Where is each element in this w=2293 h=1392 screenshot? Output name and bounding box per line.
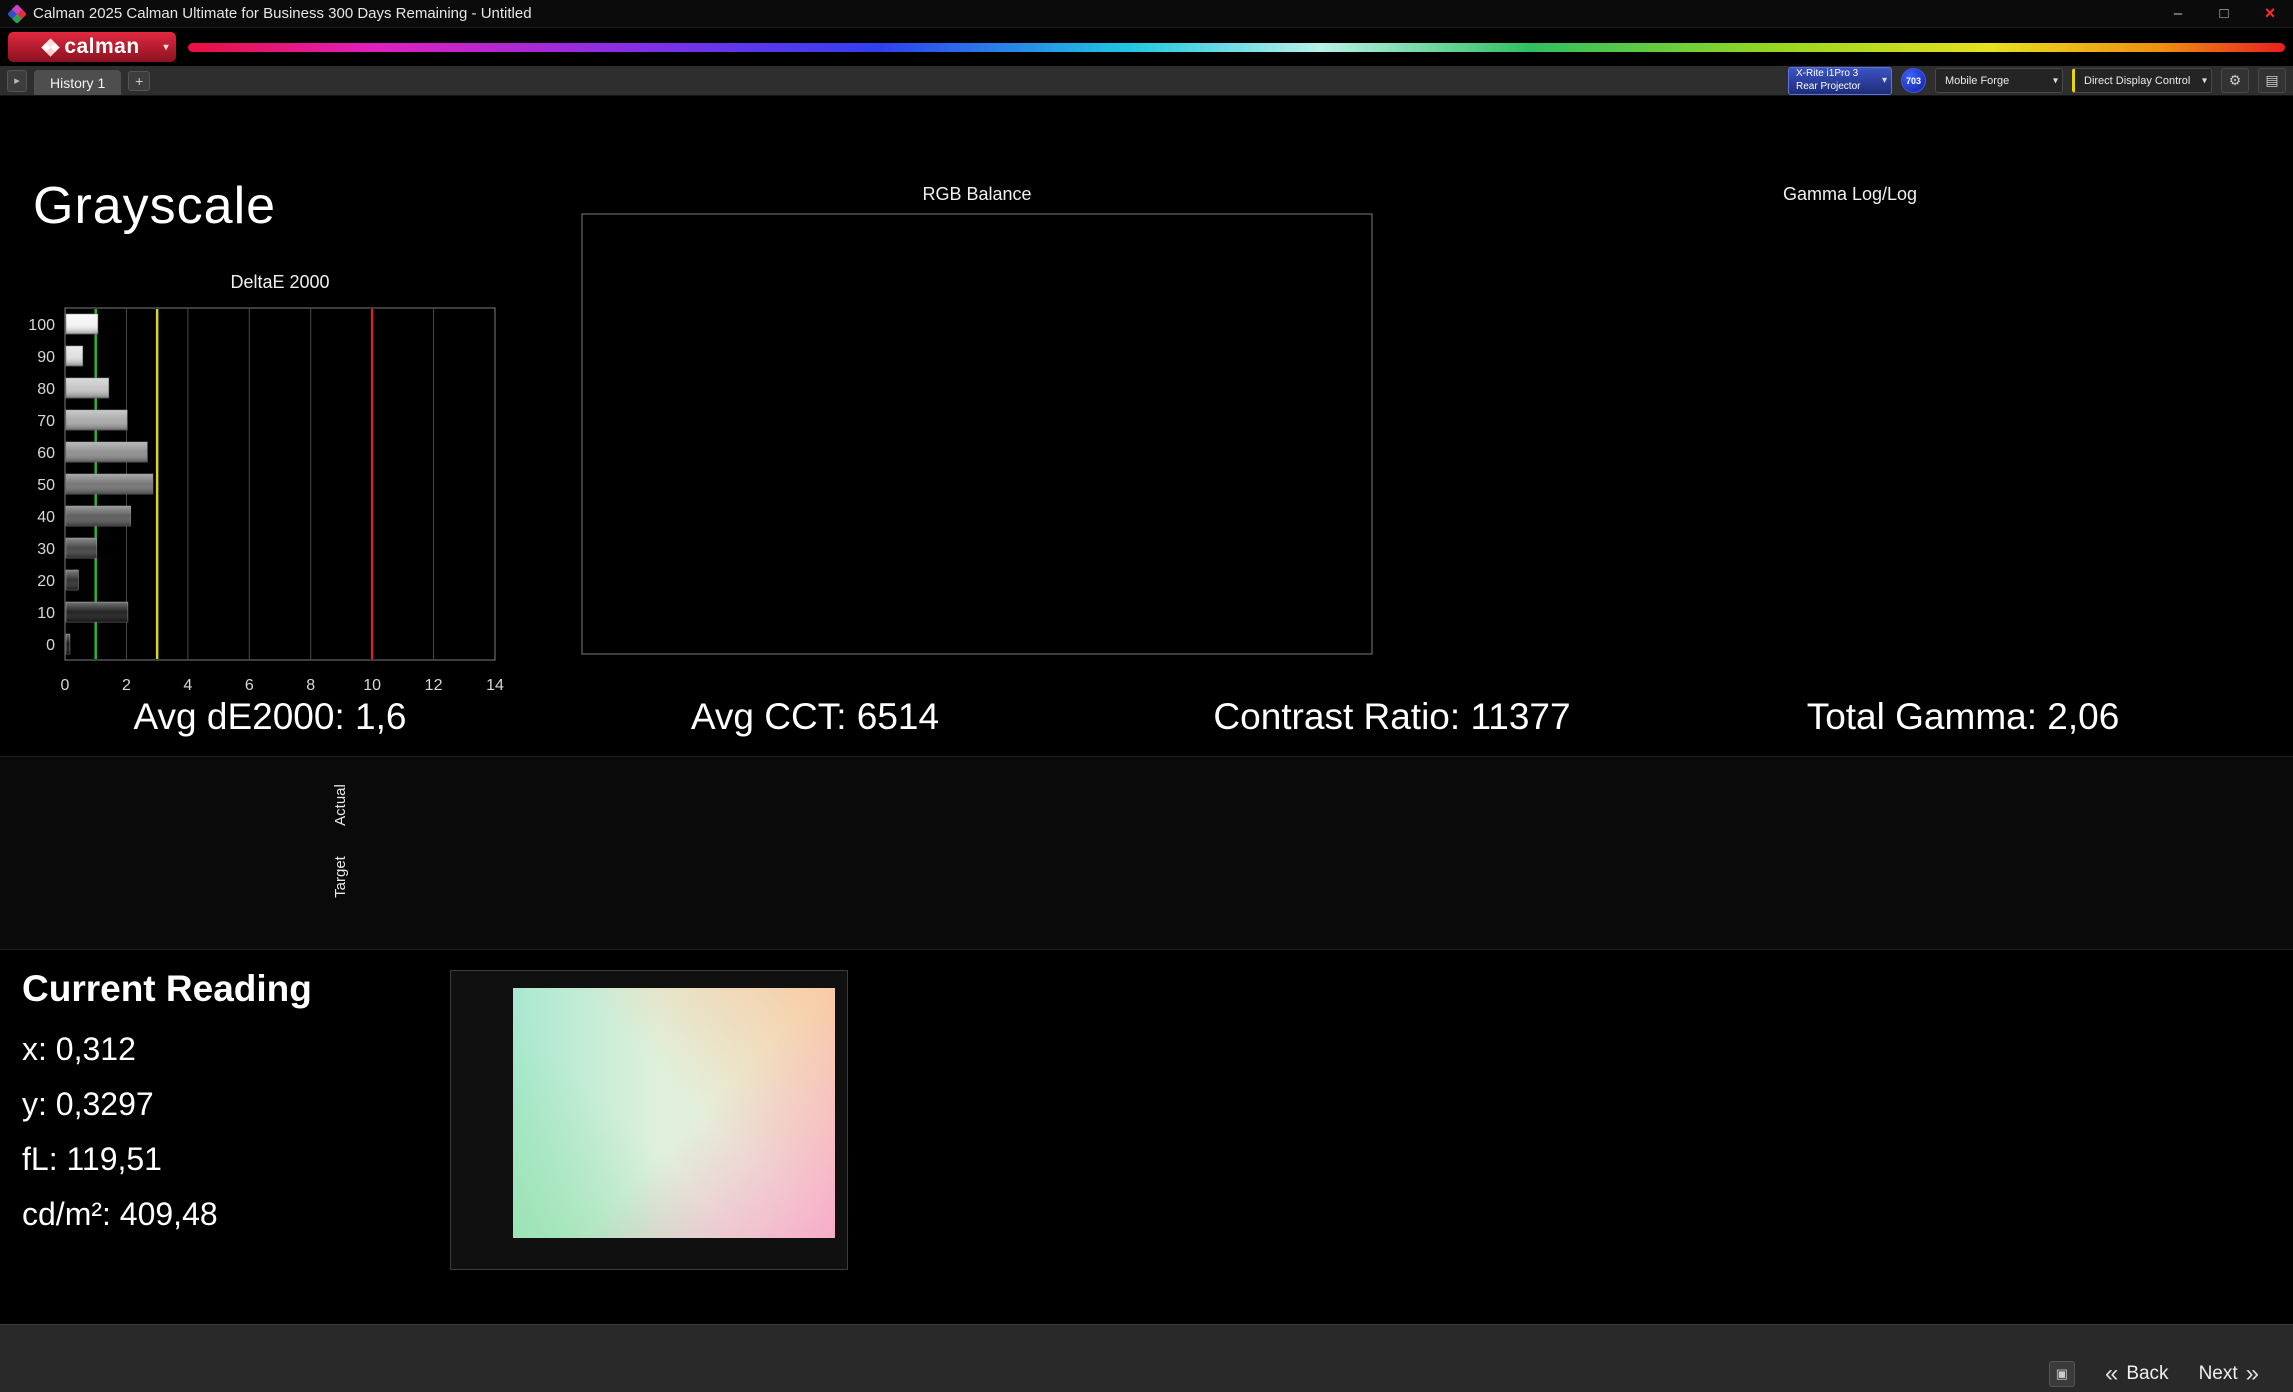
contrast-ratio-stat: Contrast Ratio: 11377 — [1213, 696, 1571, 737]
rgb-balance-chart-svg — [581, 213, 1373, 655]
window-title: Calman 2025 Calman Ultimate for Business… — [33, 5, 532, 22]
back-icon: « — [2104, 1360, 2119, 1387]
settings-gear-button[interactable]: ⚙ — [2221, 68, 2249, 93]
svg-text:10: 10 — [363, 677, 381, 694]
svg-text:30: 30 — [37, 541, 55, 558]
svg-text:80: 80 — [37, 381, 55, 398]
deltae-chart-title: DeltaE 2000 — [230, 272, 330, 292]
pattern-window-icon: ▣ — [2055, 1366, 2069, 1381]
deltae-chart-svg: 0 2 4 6 8 10 12 141009080706050403020100 — [28, 307, 504, 694]
calman-logo-menu[interactable]: calman ▾ — [8, 32, 176, 62]
bottom-toolbar: ▣ « Back Next » — [0, 1324, 2293, 1392]
chevron-down-icon: ▾ — [2052, 75, 2058, 86]
svg-text:14: 14 — [486, 677, 504, 694]
current-reading-panel: Current Reading x: 0,312 y: 0,3297 fL: 1… — [22, 968, 312, 1242]
back-label: Back — [2126, 1363, 2169, 1384]
next-label: Next — [2198, 1363, 2238, 1384]
actual-row-label: Actual — [332, 784, 349, 826]
layout-panel-button[interactable]: ▤ — [2258, 68, 2286, 93]
svg-text:100: 100 — [28, 317, 55, 334]
gamma-chart-svg — [1393, 206, 2263, 692]
calman-diamond-icon — [41, 37, 61, 57]
chevron-down-icon: ▾ — [2201, 75, 2207, 86]
chevron-down-icon: ▾ — [163, 42, 169, 53]
meter-mode: Rear Projector — [1796, 80, 1861, 92]
pattern-source-select[interactable]: Mobile Forge ▾ — [1935, 68, 2063, 93]
meter-name: X-Rite i1Pro 3 — [1796, 68, 1859, 79]
deltae-chart: DeltaE 2000 0 2 4 6 8 10 12 14 100 90 80 70 60 50 40 30… — [13, 272, 513, 704]
svg-text:90: 90 — [37, 349, 55, 366]
meter-select[interactable]: X-Rite i1Pro 3 Rear Projector ▾ — [1788, 66, 1892, 95]
svg-text:12: 12 — [425, 677, 443, 694]
current-reading-title: Current Reading — [22, 968, 312, 1009]
svg-text:4: 4 — [183, 677, 192, 694]
rgb-balance-chart-title: RGB Balance — [922, 184, 1032, 204]
display-control-select[interactable]: Direct Display Control ▾ — [2072, 68, 2212, 93]
svg-text:70: 70 — [37, 413, 55, 430]
svg-text:0: 0 — [46, 637, 55, 654]
svg-text:20: 20 — [37, 573, 55, 590]
current-reading-x: x: 0,312 — [22, 1031, 136, 1067]
transport-nav: ▣ « Back Next » — [2048, 1361, 2259, 1387]
calman-logo-text: calman — [64, 35, 140, 58]
chevron-down-icon: ▾ — [1881, 74, 1887, 86]
pattern-window-button[interactable]: ▣ — [2048, 1361, 2075, 1387]
svg-text:6: 6 — [245, 677, 254, 694]
main-content: Grayscale DeltaE 2000 0 2 4 6 8 10 12 14 100 90 80… — [0, 96, 2293, 1324]
meter-status-badge: 703 — [1901, 68, 1926, 93]
svg-text:60: 60 — [37, 445, 55, 462]
maximize-button[interactable]: □ — [2201, 0, 2247, 27]
avg-cct-stat: Avg CCT: 6514 — [690, 696, 940, 737]
gamma-chart: Gamma Log/Log — [1393, 184, 2263, 692]
tab-bar: ▸ History 1 + X-Rite i1Pro 3 Rear Projec… — [0, 66, 2293, 96]
spectrum-strip — [188, 42, 2285, 52]
gamma-chart-title: Gamma Log/Log — [1782, 184, 1918, 204]
next-icon: » — [2245, 1360, 2259, 1387]
grayscale-swatch-strip: Actual Target — [0, 756, 2293, 950]
app-icon — [7, 3, 27, 24]
svg-text:50: 50 — [37, 477, 55, 494]
next-button[interactable]: Next » — [2199, 1362, 2259, 1386]
current-reading-y: y: 0,3297 — [22, 1086, 154, 1122]
titlebar: Calman 2025 Calman Ultimate for Business… — [0, 0, 2293, 28]
svg-text:8: 8 — [306, 677, 315, 694]
display-control-label: Direct Display Control — [2084, 74, 2191, 87]
avg-de2000-stat: Avg dE2000: 1,6 — [133, 696, 407, 737]
current-reading-cdm2: cd/m²: 409,48 — [22, 1196, 218, 1232]
total-gamma-stat: Total Gamma: 2,06 — [1806, 696, 2120, 737]
svg-text:0: 0 — [61, 677, 70, 694]
minimize-button[interactable]: – — [2155, 0, 2201, 27]
device-controls: X-Rite i1Pro 3 Rear Projector ▾ 703 Mobi… — [1788, 66, 2286, 95]
pattern-source-label: Mobile Forge — [1945, 74, 2010, 87]
page-title: Grayscale — [33, 177, 277, 235]
close-button[interactable]: × — [2247, 0, 2293, 27]
tab-history-1[interactable]: History 1 — [34, 70, 122, 95]
rgb-balance-chart: RGB Balance — [520, 184, 1390, 692]
history-panel-toggle[interactable]: ▸ — [7, 69, 27, 92]
svg-text:2: 2 — [122, 677, 131, 694]
calman-window: Calman 2025 Calman Ultimate for Business… — [0, 0, 2293, 1392]
logo-bar: calman ▾ — [0, 28, 2293, 66]
target-row-label: Target — [332, 856, 349, 898]
svg-text:40: 40 — [37, 509, 55, 526]
current-reading-fl: fL: 119,51 — [22, 1141, 162, 1177]
add-tab-button[interactable]: + — [128, 70, 151, 91]
cie-chromaticity-chart — [450, 970, 848, 1270]
svg-text:10: 10 — [37, 605, 55, 622]
cie-chart-svg — [451, 971, 849, 1271]
back-button[interactable]: « Back — [2105, 1362, 2169, 1386]
window-controls: – □ × — [2155, 0, 2293, 27]
